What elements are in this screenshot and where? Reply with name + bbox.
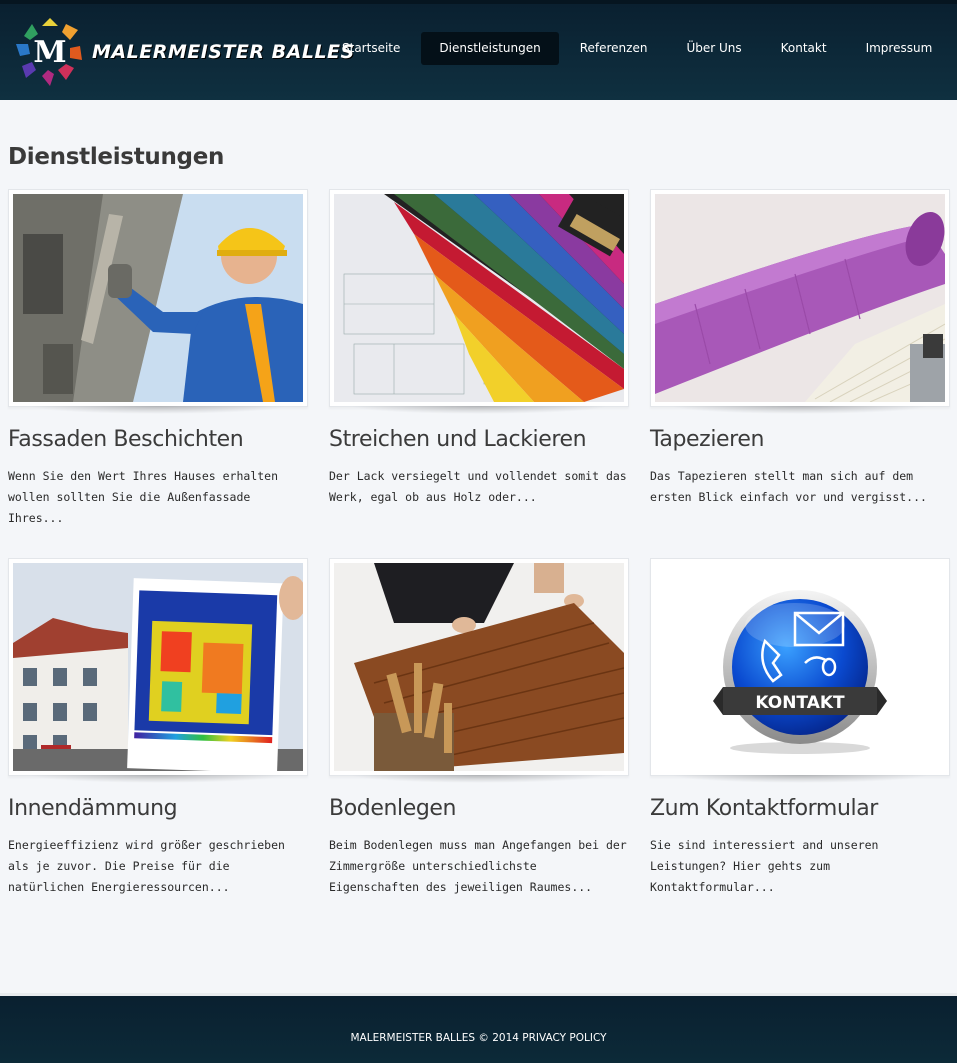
site-header: M MALERMEISTER BALLES Startseite Dienstl… xyxy=(0,0,957,100)
color-fan-image[interactable] xyxy=(334,194,624,402)
page-title: Dienstleistungen xyxy=(8,144,225,170)
nav-item-startseite[interactable]: Startseite xyxy=(324,32,418,65)
service-excerpt: Der Lack versiegelt und vollendet somit … xyxy=(329,469,627,504)
logo-icon: M xyxy=(12,16,88,88)
nav-item-kontakt[interactable]: Kontakt xyxy=(763,32,845,65)
service-excerpt: Beim Bodenlegen muss man Angefangen bei … xyxy=(329,838,627,894)
service-excerpt: Das Tapezieren stellt man sich auf dem e… xyxy=(650,469,927,504)
service-title[interactable]: Streichen und Lackieren xyxy=(329,427,629,452)
footer-copyright[interactable]: MALERMEISTER BALLES © 2014 PRIVACY POLIC… xyxy=(0,1032,957,1044)
service-excerpt: Wenn Sie den Wert Ihres Hauses erhalten … xyxy=(8,469,279,525)
service-card-innendaemmung: Innendämmung Energieeffizienz wird größe… xyxy=(8,558,308,898)
logo[interactable]: M MALERMEISTER BALLES xyxy=(12,16,355,88)
wallpaper-roll-image[interactable] xyxy=(655,194,945,402)
service-title[interactable]: Tapezieren xyxy=(650,427,950,452)
service-card-tapezieren: Tapezieren Das Tapezieren stellt man sic… xyxy=(650,189,950,508)
service-image-frame[interactable] xyxy=(329,189,629,414)
service-card-fassaden: Fassaden Beschichten Wenn Sie den Wert I… xyxy=(8,189,308,529)
thermal-image[interactable] xyxy=(13,563,303,771)
brand-name: MALERMEISTER BALLES xyxy=(92,41,355,63)
service-title[interactable]: Fassaden Beschichten xyxy=(8,427,308,452)
service-card-kontakt: KONTAKT Zum Kontaktformular Sie sind int… xyxy=(650,558,950,898)
floor-laying-image[interactable] xyxy=(334,563,624,771)
nav-item-referenzen[interactable]: Referenzen xyxy=(562,32,666,65)
service-title[interactable]: Innendämmung xyxy=(8,796,308,821)
site-footer: MALERMEISTER BALLES © 2014 PRIVACY POLIC… xyxy=(0,993,957,1063)
service-image-frame[interactable] xyxy=(329,558,629,783)
service-excerpt: Energieeffizienz wird größer geschrieben… xyxy=(8,838,285,894)
service-image-frame[interactable] xyxy=(8,189,308,414)
nav-item-ueber-uns[interactable]: Über Uns xyxy=(668,32,759,65)
service-image-frame[interactable] xyxy=(650,189,950,414)
service-card-streichen: Streichen und Lackieren Der Lack versieg… xyxy=(329,189,629,508)
service-excerpt: Sie sind interessiert and unseren Leistu… xyxy=(650,838,879,894)
service-title[interactable]: Bodenlegen xyxy=(329,796,629,821)
service-title[interactable]: Zum Kontaktformular xyxy=(650,796,950,821)
logo-letter: M xyxy=(33,35,66,70)
facade-worker-image[interactable] xyxy=(13,194,303,402)
service-image-frame[interactable] xyxy=(8,558,308,783)
nav-item-impressum[interactable]: Impressum xyxy=(848,32,951,65)
service-image-frame[interactable]: KONTAKT xyxy=(650,558,950,783)
kontakt-button-image[interactable]: KONTAKT xyxy=(655,563,945,771)
main-nav: Startseite Dienstleistungen Referenzen Ü… xyxy=(324,32,953,65)
kontakt-badge-label: KONTAKT xyxy=(755,693,845,713)
nav-item-dienstleistungen[interactable]: Dienstleistungen xyxy=(421,32,559,65)
service-card-bodenlegen: Bodenlegen Beim Bodenlegen muss man Ange… xyxy=(329,558,629,898)
